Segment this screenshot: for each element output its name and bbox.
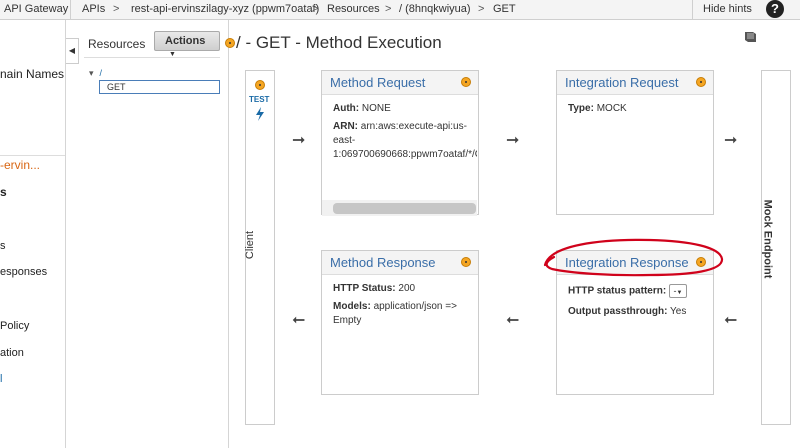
breadcrumb-resource[interactable]: / (8hnqkwiyua) xyxy=(399,3,471,15)
method-response-box[interactable]: Method Response HTTP Status: 200 Models:… xyxy=(321,250,479,395)
integration-response-body: HTTP status pattern: -▼ Output passthrou… xyxy=(568,284,712,319)
nav-item-resources[interactable]: s xyxy=(0,185,7,199)
arrow-left-icon: ➞ xyxy=(724,312,738,329)
actions-label: Actions xyxy=(165,35,206,47)
method-request-box[interactable]: Method Request Auth: NONE ARN: arn:aws:e… xyxy=(321,70,479,215)
test-link[interactable]: TEST xyxy=(249,95,269,104)
mock-endpoint-label-wrap: Mock Endpoint xyxy=(761,191,792,291)
mock-endpoint-column: Mock Endpoint xyxy=(761,70,791,425)
divider xyxy=(70,0,71,20)
nav-border xyxy=(65,20,66,448)
tree-expand-icon[interactable]: ▾ xyxy=(89,68,94,78)
breadcrumb-separator: > xyxy=(385,3,392,15)
breadcrumb-apis[interactable]: APIs xyxy=(82,3,105,15)
breadcrumb-separator: > xyxy=(113,3,120,15)
hint-icon[interactable] xyxy=(255,80,265,90)
status-pattern-label: HTTP status pattern: xyxy=(568,285,667,297)
arn-value-line1: arn:aws:execute-api:us- xyxy=(360,121,467,132)
resources-divider xyxy=(84,57,220,58)
breadcrumb-api[interactable]: rest-api-ervinszilagy-xyz (ppwm7oataf) xyxy=(131,3,319,15)
arrow-left-icon: ➞ xyxy=(506,312,520,329)
top-breadcrumb-bar: API Gateway APIs > rest-api-ervinszilagy… xyxy=(0,0,800,20)
lightning-bolt-icon[interactable] xyxy=(255,107,265,121)
breadcrumb-separator: > xyxy=(478,3,485,15)
breadcrumb-resources[interactable]: Resources xyxy=(327,3,380,15)
collapse-nav-icon[interactable]: ◀ xyxy=(66,38,79,64)
status-pattern-select[interactable]: -▼ xyxy=(668,284,687,298)
hint-icon[interactable] xyxy=(461,77,471,87)
hint-icon[interactable] xyxy=(696,77,706,87)
nav-item-resource-policy[interactable]: Policy xyxy=(0,320,29,332)
resource-method-get[interactable]: GET xyxy=(99,80,220,94)
arn-value-line3: 1:069700690668:ppwm7oataf/*/G xyxy=(333,149,477,160)
hint-icon[interactable] xyxy=(461,257,471,267)
resource-tree-root[interactable]: ▾ / xyxy=(89,68,102,79)
chevron-down-icon: ▼ xyxy=(676,290,683,296)
http-status-value: 200 xyxy=(398,283,416,294)
actions-button[interactable]: Actions ▼ xyxy=(154,31,220,58)
client-label: Client xyxy=(244,230,257,260)
method-request-body: Auth: NONE ARN: arn:aws:execute-api:us- … xyxy=(333,102,477,162)
nav-item-custom-domain-names[interactable]: nain Names xyxy=(0,67,64,81)
resources-title: Resources xyxy=(88,37,146,51)
integration-request-box[interactable]: Integration Request Type: MOCK xyxy=(556,70,714,215)
models-label: Models: xyxy=(333,301,371,312)
arn-value-line2: east- xyxy=(333,135,356,146)
nav-item-link[interactable]: l xyxy=(0,373,2,385)
client-column: TEST Client xyxy=(244,70,276,425)
hint-icon[interactable] xyxy=(225,38,235,48)
resource-path: / xyxy=(99,68,103,78)
integration-request-title[interactable]: Integration Request xyxy=(565,75,678,90)
hide-hints-button[interactable]: Hide hints xyxy=(692,0,755,20)
nav-item-api-name[interactable]: -ervin... xyxy=(0,158,40,172)
service-name[interactable]: API Gateway xyxy=(4,3,68,15)
nav-divider xyxy=(0,155,65,156)
red-annotation-circle xyxy=(543,238,724,277)
page-title: / - GET - Method Execution xyxy=(236,33,442,52)
method-response-title[interactable]: Method Response xyxy=(330,255,436,270)
type-value: MOCK xyxy=(596,103,627,114)
method-response-body: HTTP Status: 200 Models: application/jso… xyxy=(333,282,477,328)
left-nav: nain Names -ervin... s s esponses Policy… xyxy=(0,20,65,448)
method-request-title[interactable]: Method Request xyxy=(330,75,425,90)
models-value-line2: Empty xyxy=(333,315,362,326)
http-status-label: HTTP Status: xyxy=(333,283,396,294)
box-header: Integration Request xyxy=(557,71,713,95)
arrow-left-icon: ➞ xyxy=(292,312,306,329)
box-header: Method Response xyxy=(322,251,478,275)
models-value-line1: application/json => xyxy=(373,301,457,312)
auth-value: NONE xyxy=(361,103,391,114)
horizontal-scrollbar[interactable] xyxy=(333,203,476,214)
passthrough-label: Output passthrough: xyxy=(568,305,668,317)
arrow-right-icon: ➞ xyxy=(506,132,520,149)
box-header: Method Request xyxy=(322,71,478,95)
arn-label: ARN: xyxy=(333,121,358,132)
arrow-right-icon: ➞ xyxy=(724,132,738,149)
arrow-right-icon: ➞ xyxy=(292,132,306,149)
breadcrumb-method[interactable]: GET xyxy=(493,3,516,15)
help-icon[interactable]: ? xyxy=(766,0,784,18)
book-icon[interactable] xyxy=(744,31,757,43)
auth-label: Auth: xyxy=(333,103,360,114)
nav-item-documentation[interactable]: ation xyxy=(0,347,24,359)
breadcrumb-separator: > xyxy=(312,3,319,15)
integration-request-body: Type: MOCK xyxy=(568,102,627,116)
client-label-wrap: Client xyxy=(244,221,276,271)
mock-endpoint-label: Mock Endpoint xyxy=(761,199,774,279)
type-label: Type: xyxy=(568,103,594,114)
nav-item-stages[interactable]: s xyxy=(0,240,6,252)
panel-border xyxy=(228,20,229,448)
nav-item-gateway-responses[interactable]: esponses xyxy=(0,266,47,278)
passthrough-value: Yes xyxy=(670,305,687,317)
